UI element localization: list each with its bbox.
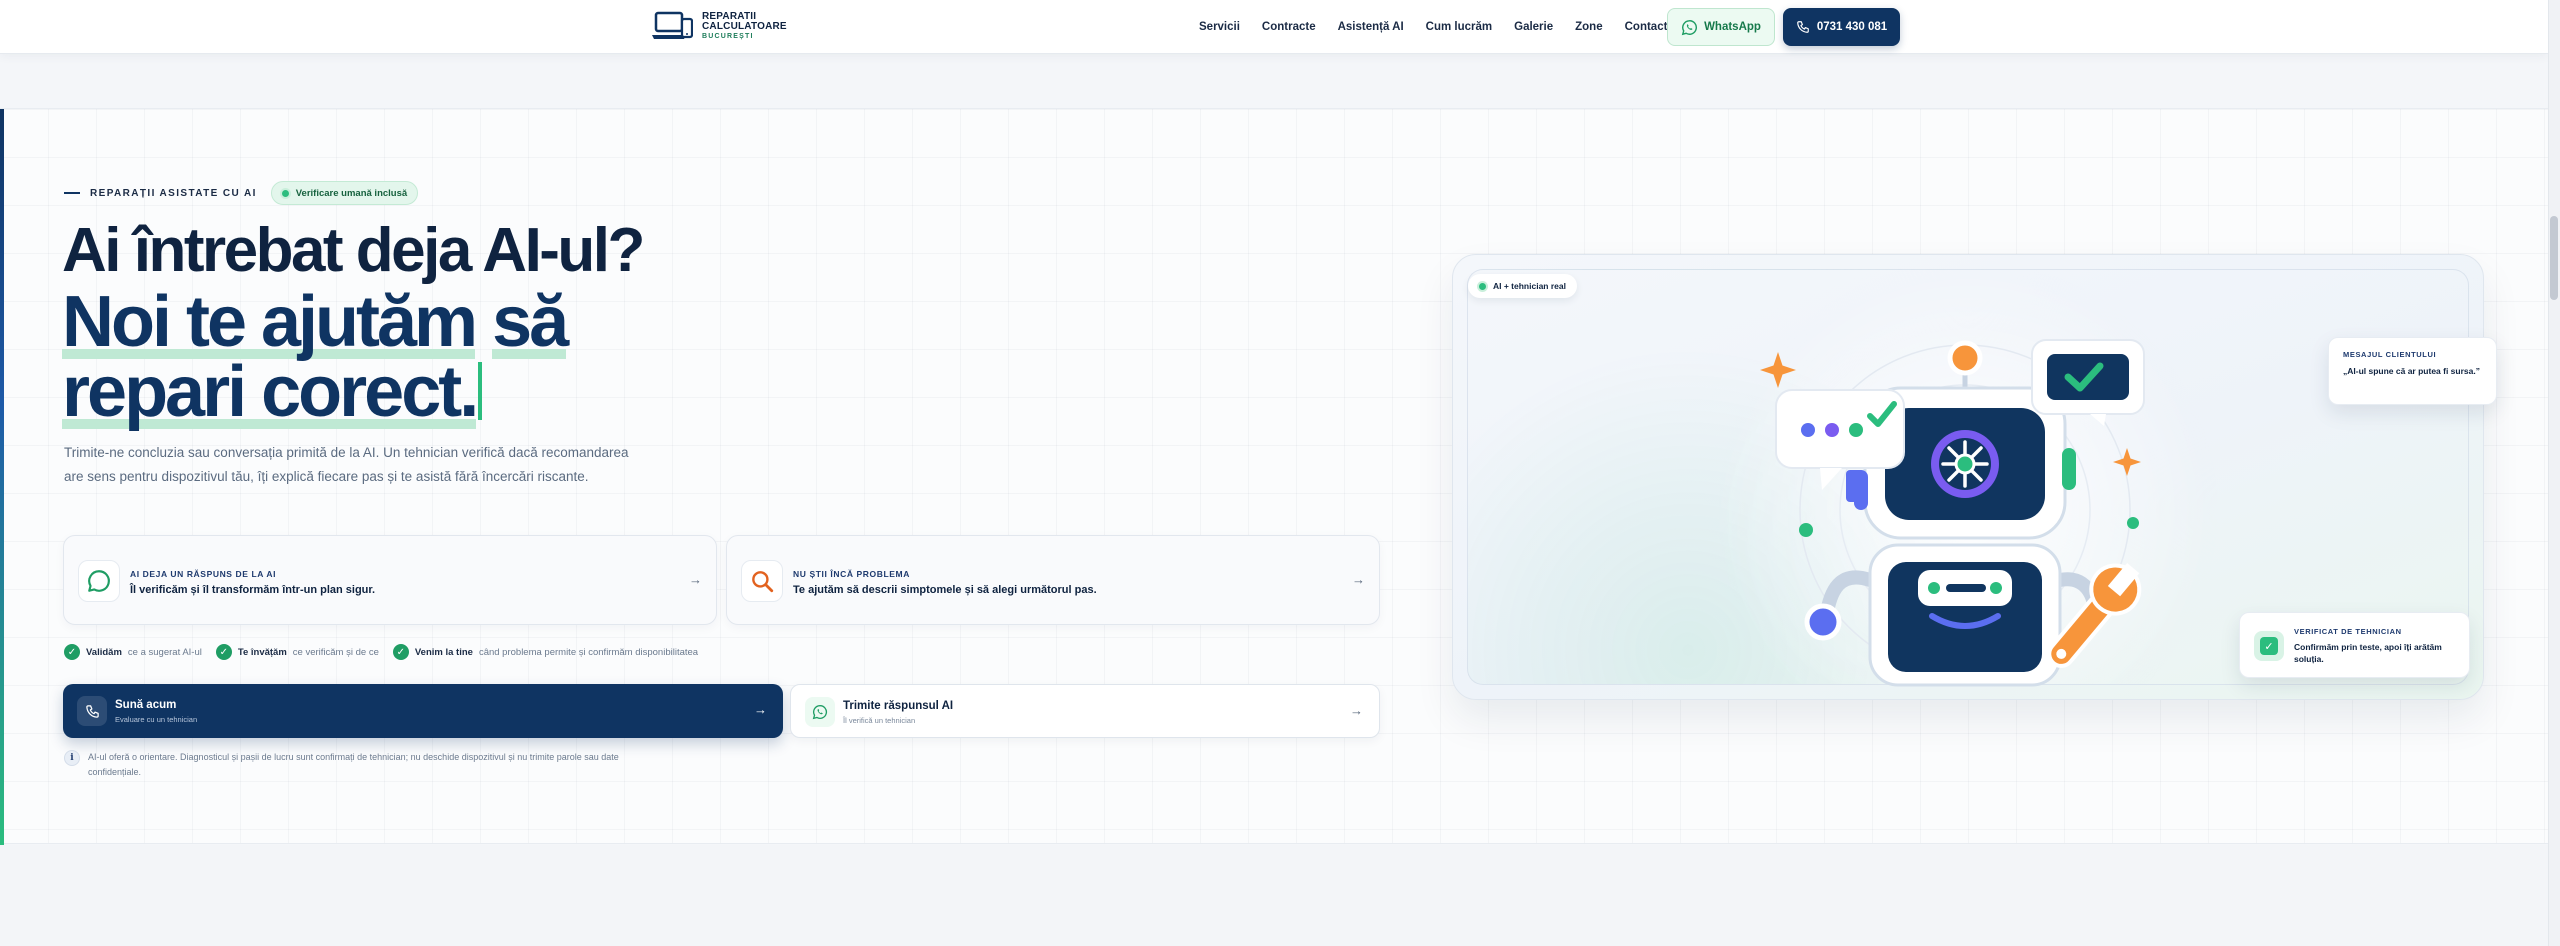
nav-link-galerie[interactable]: Galerie [1514,21,1553,33]
site-logo[interactable]: REPARATII CALCULATOARE BUCUREȘTI [651,10,787,42]
chat-bubble-icon [78,560,120,602]
check-icon: ✓ [2260,637,2278,655]
human-verification-badge: Verificare umană inclusă [270,181,419,205]
arrow-right-icon: → [1350,703,1363,718]
hero-lead-text: Trimite-ne concluzia sau conversația pri… [64,445,629,484]
eyebrow-line [64,192,80,194]
arrow-right-icon: → [689,572,702,587]
check-icon: ✓ [392,644,409,660]
card-kicker: AI DEJA UN RĂSPUNS DE LA AI [130,569,277,579]
page-scrollbar[interactable] [2548,0,2560,946]
whatsapp-button-label: WhatsApp [1704,21,1761,33]
robot-illustration [1760,339,2145,687]
call-now-button[interactable]: Sună acum Evaluare cu un tehnician → [63,684,783,738]
cta-title: Sună acum [115,699,177,711]
check-item: ✓ Te învățăm ce verificăm și de ce [215,644,379,660]
ai-answer-card[interactable]: AI DEJA UN RĂSPUNS DE LA AI Îl verificăm… [63,535,717,625]
nav-link-zone[interactable]: Zone [1575,21,1602,33]
scrollbar-thumb[interactable] [2550,216,2558,300]
title-highlight-1: Noi te ajutăm [62,282,478,362]
logo-line-3: BUCUREȘTI [702,32,754,40]
check-icon: ✓ [215,644,232,660]
nav-link-contact[interactable]: Contact [1625,21,1668,33]
whatsapp-icon [805,697,835,727]
status-dot-icon [281,189,289,197]
tech-card-text: Confirmăm prin teste, apoi îți arătăm so… [2294,642,2442,664]
phone-icon [77,696,107,726]
typing-cursor [478,362,483,420]
check-rest: când problema permite și confirmăm dispo… [478,646,699,658]
unknown-problem-card[interactable]: NU ȘTII ÎNCĂ PROBLEMA Te ajutăm să descr… [726,535,1380,625]
hero-title-line-1: Ai întrebat deja AI-ul? [62,216,645,285]
eyebrow-text: REPARAȚII ASISTATE CU AI [90,187,257,199]
cta-subtitle: Evaluare cu un tehnician [115,715,198,724]
technician-verified-card: ✓ VERIFICAT DE TEHNICIAN Confirmăm prin … [2239,612,2470,678]
title-highlight-2: să [492,282,569,362]
stage-badge-label: AI + tehnician real [1493,281,1566,291]
disclaimer-text: AI-ul oferă o orientare. Diagnosticul și… [88,752,619,777]
main-nav: Servicii Contracte Asistență AI Cum lucr… [1199,0,1667,54]
nav-link-cum-lucram[interactable]: Cum lucrăm [1426,21,1492,33]
client-card-kicker: MESAJUL CLIENTULUI [2343,350,2437,359]
check-icon: ✓ [64,644,80,660]
client-card-quote: „AI-ul spune că ar putea fi sursa.” [2343,366,2480,376]
client-message-card: MESAJUL CLIENTULUI „AI-ul spune că ar pu… [2328,337,2497,405]
tech-card-kicker: VERIFICAT DE TEHNICIAN [2294,627,2402,636]
check-rest: ce verificăm și de ce [292,646,379,658]
next-section [0,845,2548,946]
verified-check-icon: ✓ [2254,631,2284,661]
check-item: ✓ Venim la tine când problema permite și… [392,644,699,660]
check-strong: Validăm [86,646,122,658]
arrow-right-icon: → [1352,572,1365,587]
hero-eyebrow: REPARAȚII ASISTATE CU AI Verificare uman… [64,181,419,205]
card-kicker: NU ȘTII ÎNCĂ PROBLEMA [793,569,910,579]
whatsapp-button[interactable]: WhatsApp [1667,8,1775,46]
logo-line-2: CALCULATOARE [702,21,787,33]
phone-button-label: 0731 430 081 [1816,21,1888,33]
title-highlight-3: repari corect. [62,352,479,432]
ai-technician-badge: AI + tehnician real [1468,274,1577,298]
status-dot-icon [1479,282,1486,290]
site-header: REPARATII CALCULATOARE BUCUREȘTI Servici… [0,0,2548,54]
nav-link-asistenta-ai[interactable]: Asistență AI [1338,21,1404,33]
benefits-checklist: ✓ Validăm ce a sugerat AI-ul ✓ Te învăță… [64,644,698,660]
hero-title-line-3: repari corect. [62,351,483,433]
check-rest: ce a sugerat AI-ul [127,646,202,658]
nav-link-servicii[interactable]: Servicii [1199,21,1240,33]
check-item: ✓ Validăm ce a sugerat AI-ul [64,644,202,660]
card-text: Îl verificăm și îl transformăm într-un p… [130,584,376,596]
cta-subtitle: Îl verifică un tehnician [843,716,916,725]
send-ai-answer-button[interactable]: Trimite răspunsul AI Îl verifică un tehn… [790,684,1380,738]
phone-call-button[interactable]: 0731 430 081 [1783,8,1900,46]
check-strong: Te învățăm [237,646,287,658]
info-icon: i [64,750,80,766]
badge-label: Verificare umană inclusă [295,187,408,199]
hero-accent-bar [0,109,4,845]
card-text: Te ajutăm să descrii simptomele și să al… [793,584,1097,596]
laptop-phone-icon [652,11,693,39]
disclaimer-note: i AI-ul oferă o orientare. Diagnosticul … [64,750,644,780]
whatsapp-icon [1681,19,1698,35]
phone-icon [1796,21,1809,33]
cta-title: Trimite răspunsul AI [843,700,954,712]
nav-link-contracte[interactable]: Contracte [1262,21,1316,33]
check-strong: Venim la tine [414,646,473,658]
arrow-right-icon: → [754,702,767,717]
search-icon [741,560,783,602]
